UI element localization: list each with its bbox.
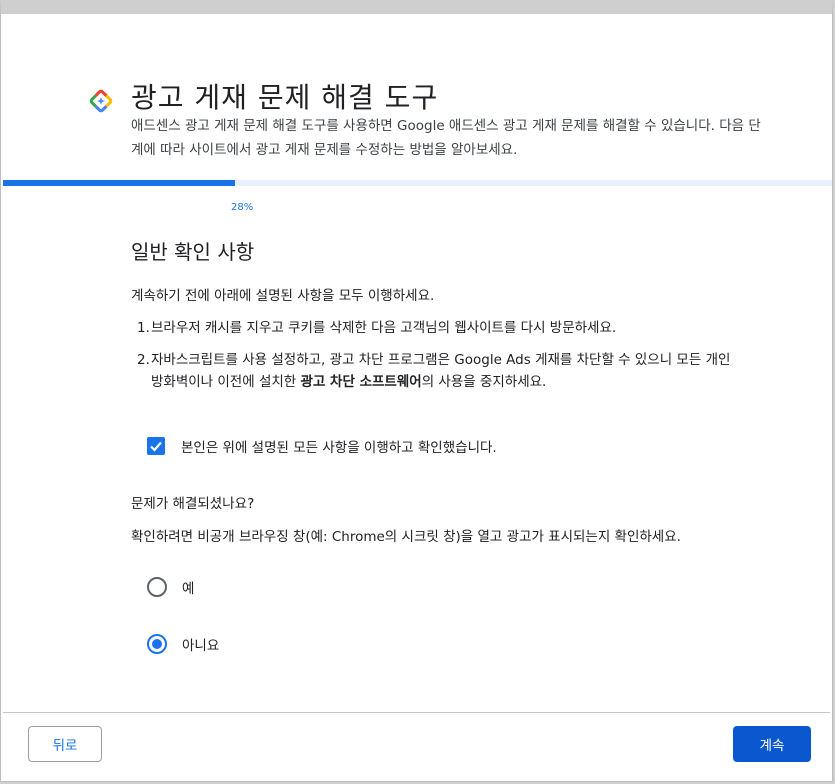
confirm-checkbox[interactable]	[147, 437, 165, 455]
step-text: 브라우저 캐시를 지우고 쿠키를 삭제한 다음 고객님의 웹사이트를 다시 방문…	[151, 320, 617, 336]
progress-label: 28%	[231, 202, 254, 213]
page-description: 애드센스 광고 게재 문제 해결 도구를 사용하면 Google 애드센스 광고…	[131, 118, 761, 158]
page-title: 광고 게재 문제 해결 도구	[131, 81, 439, 114]
continue-button[interactable]: 계속	[733, 726, 811, 762]
steps-list: 1. 브라우저 캐시를 지우고 쿠키를 삭제한 다음 고객님의 웹사이트를 다시…	[137, 317, 737, 403]
step-text-bold: 광고 차단 소프트웨어	[300, 374, 422, 390]
radio-no-label: 아니요	[182, 638, 220, 654]
radio-yes[interactable]	[147, 577, 167, 597]
radio-option-yes[interactable]: 예	[147, 577, 194, 597]
step-number: 2.	[137, 352, 150, 368]
progress-bar	[3, 180, 832, 186]
confirm-checkbox-label: 본인은 위에 설명된 모든 사항을 이행하고 확인했습니다.	[181, 440, 497, 456]
dialog-footer: 뒤로 계속	[3, 712, 830, 783]
list-item: 1. 브라우저 캐시를 지우고 쿠키를 삭제한 다음 고객님의 웹사이트를 다시…	[137, 317, 737, 339]
checkmark-icon	[150, 441, 162, 452]
progress-bar-fill	[3, 180, 236, 186]
step-number: 1.	[137, 320, 150, 336]
dialog-content: 광고 게재 문제 해결 도구 애드센스 광고 게재 문제 해결 도구를 사용하면…	[3, 14, 832, 783]
radio-no[interactable]	[147, 634, 167, 654]
question-title: 문제가 해결되셨나요?	[131, 496, 255, 512]
section-intro: 계속하기 전에 아래에 설명된 사항을 모두 이행하세요.	[131, 288, 435, 304]
confirm-checkbox-row[interactable]: 본인은 위에 설명된 모든 사항을 이행하고 확인했습니다.	[147, 436, 497, 456]
adsense-diamond-icon	[89, 89, 113, 113]
radio-yes-label: 예	[182, 581, 195, 597]
back-button[interactable]: 뒤로	[28, 726, 102, 762]
step-text-end: 의 사용을 중지하세요.	[421, 374, 547, 390]
radio-option-no[interactable]: 아니요	[147, 634, 219, 654]
troubleshooter-dialog: 광고 게재 문제 해결 도구 애드센스 광고 게재 문제 해결 도구를 사용하면…	[0, 0, 833, 782]
section-title: 일반 확인 사항	[131, 240, 255, 264]
question-help: 확인하려면 비공개 브라우징 창(예: Chrome의 시크릿 창)을 열고 광…	[131, 529, 681, 545]
list-item: 2. 자바스크립트를 사용 설정하고, 광고 차단 프로그램은 Google A…	[137, 349, 737, 393]
